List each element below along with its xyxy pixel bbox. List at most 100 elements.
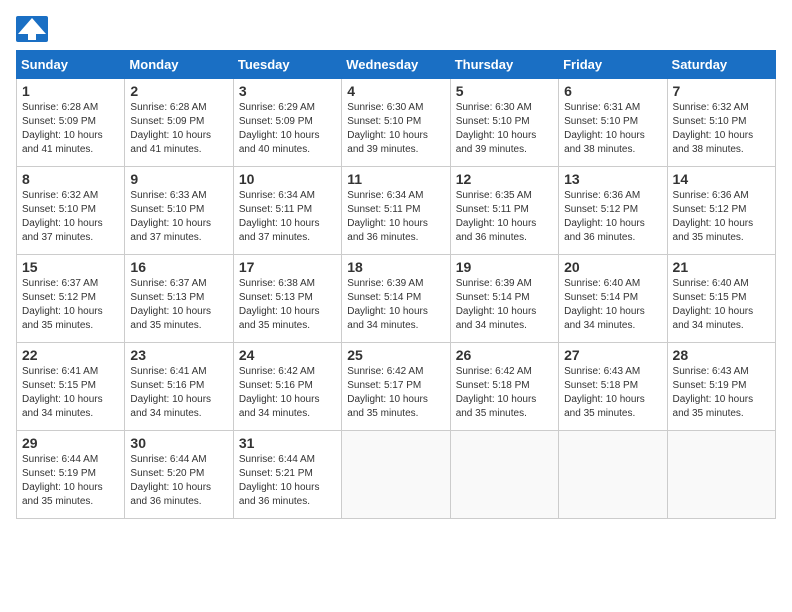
day-info: Sunrise: 6:44 AM Sunset: 5:19 PM Dayligh… [22, 453, 119, 509]
weekday-header: Wednesday [342, 51, 450, 79]
logo [16, 16, 52, 42]
day-info: Sunrise: 6:31 AM Sunset: 5:10 PM Dayligh… [564, 101, 661, 157]
weekday-header: Tuesday [233, 51, 341, 79]
day-number: 6 [564, 83, 661, 99]
calendar-cell: 8 Sunrise: 6:32 AM Sunset: 5:10 PM Dayli… [17, 167, 125, 255]
calendar-cell: 21 Sunrise: 6:40 AM Sunset: 5:15 PM Dayl… [667, 255, 775, 343]
day-info: Sunrise: 6:38 AM Sunset: 5:13 PM Dayligh… [239, 277, 336, 333]
day-info: Sunrise: 6:42 AM Sunset: 5:17 PM Dayligh… [347, 365, 444, 421]
day-info: Sunrise: 6:37 AM Sunset: 5:13 PM Dayligh… [130, 277, 227, 333]
calendar-cell: 28 Sunrise: 6:43 AM Sunset: 5:19 PM Dayl… [667, 343, 775, 431]
day-info: Sunrise: 6:42 AM Sunset: 5:16 PM Dayligh… [239, 365, 336, 421]
day-info: Sunrise: 6:39 AM Sunset: 5:14 PM Dayligh… [456, 277, 553, 333]
calendar-cell: 19 Sunrise: 6:39 AM Sunset: 5:14 PM Dayl… [450, 255, 558, 343]
day-number: 30 [130, 435, 227, 451]
day-info: Sunrise: 6:32 AM Sunset: 5:10 PM Dayligh… [673, 101, 770, 157]
day-info: Sunrise: 6:36 AM Sunset: 5:12 PM Dayligh… [564, 189, 661, 245]
weekday-header: Saturday [667, 51, 775, 79]
calendar-table: SundayMondayTuesdayWednesdayThursdayFrid… [16, 50, 776, 519]
calendar-cell: 26 Sunrise: 6:42 AM Sunset: 5:18 PM Dayl… [450, 343, 558, 431]
day-info: Sunrise: 6:35 AM Sunset: 5:11 PM Dayligh… [456, 189, 553, 245]
calendar-cell: 16 Sunrise: 6:37 AM Sunset: 5:13 PM Dayl… [125, 255, 233, 343]
day-info: Sunrise: 6:30 AM Sunset: 5:10 PM Dayligh… [456, 101, 553, 157]
day-number: 24 [239, 347, 336, 363]
calendar-cell: 4 Sunrise: 6:30 AM Sunset: 5:10 PM Dayli… [342, 79, 450, 167]
calendar-week-row: 1 Sunrise: 6:28 AM Sunset: 5:09 PM Dayli… [17, 79, 776, 167]
calendar-cell: 15 Sunrise: 6:37 AM Sunset: 5:12 PM Dayl… [17, 255, 125, 343]
day-info: Sunrise: 6:43 AM Sunset: 5:19 PM Dayligh… [673, 365, 770, 421]
day-info: Sunrise: 6:29 AM Sunset: 5:09 PM Dayligh… [239, 101, 336, 157]
calendar-week-row: 8 Sunrise: 6:32 AM Sunset: 5:10 PM Dayli… [17, 167, 776, 255]
day-number: 19 [456, 259, 553, 275]
calendar-cell [342, 431, 450, 519]
calendar-cell: 11 Sunrise: 6:34 AM Sunset: 5:11 PM Dayl… [342, 167, 450, 255]
calendar-cell: 3 Sunrise: 6:29 AM Sunset: 5:09 PM Dayli… [233, 79, 341, 167]
calendar-cell: 27 Sunrise: 6:43 AM Sunset: 5:18 PM Dayl… [559, 343, 667, 431]
calendar-cell: 17 Sunrise: 6:38 AM Sunset: 5:13 PM Dayl… [233, 255, 341, 343]
calendar-cell: 7 Sunrise: 6:32 AM Sunset: 5:10 PM Dayli… [667, 79, 775, 167]
calendar-cell: 13 Sunrise: 6:36 AM Sunset: 5:12 PM Dayl… [559, 167, 667, 255]
day-info: Sunrise: 6:42 AM Sunset: 5:18 PM Dayligh… [456, 365, 553, 421]
day-number: 1 [22, 83, 119, 99]
calendar-cell: 23 Sunrise: 6:41 AM Sunset: 5:16 PM Dayl… [125, 343, 233, 431]
calendar-cell: 9 Sunrise: 6:33 AM Sunset: 5:10 PM Dayli… [125, 167, 233, 255]
day-number: 2 [130, 83, 227, 99]
calendar-cell: 14 Sunrise: 6:36 AM Sunset: 5:12 PM Dayl… [667, 167, 775, 255]
day-number: 31 [239, 435, 336, 451]
calendar-cell: 10 Sunrise: 6:34 AM Sunset: 5:11 PM Dayl… [233, 167, 341, 255]
day-info: Sunrise: 6:41 AM Sunset: 5:16 PM Dayligh… [130, 365, 227, 421]
day-number: 9 [130, 171, 227, 187]
calendar-cell: 6 Sunrise: 6:31 AM Sunset: 5:10 PM Dayli… [559, 79, 667, 167]
calendar-cell: 29 Sunrise: 6:44 AM Sunset: 5:19 PM Dayl… [17, 431, 125, 519]
calendar-cell: 25 Sunrise: 6:42 AM Sunset: 5:17 PM Dayl… [342, 343, 450, 431]
day-number: 20 [564, 259, 661, 275]
day-number: 11 [347, 171, 444, 187]
calendar-week-row: 15 Sunrise: 6:37 AM Sunset: 5:12 PM Dayl… [17, 255, 776, 343]
day-info: Sunrise: 6:33 AM Sunset: 5:10 PM Dayligh… [130, 189, 227, 245]
day-number: 23 [130, 347, 227, 363]
calendar-cell: 12 Sunrise: 6:35 AM Sunset: 5:11 PM Dayl… [450, 167, 558, 255]
day-info: Sunrise: 6:41 AM Sunset: 5:15 PM Dayligh… [22, 365, 119, 421]
calendar-cell: 2 Sunrise: 6:28 AM Sunset: 5:09 PM Dayli… [125, 79, 233, 167]
weekday-header: Sunday [17, 51, 125, 79]
page-header [16, 16, 776, 42]
calendar-cell [559, 431, 667, 519]
weekday-header: Monday [125, 51, 233, 79]
day-number: 22 [22, 347, 119, 363]
day-info: Sunrise: 6:34 AM Sunset: 5:11 PM Dayligh… [239, 189, 336, 245]
weekday-header: Friday [559, 51, 667, 79]
calendar-cell: 30 Sunrise: 6:44 AM Sunset: 5:20 PM Dayl… [125, 431, 233, 519]
day-info: Sunrise: 6:44 AM Sunset: 5:20 PM Dayligh… [130, 453, 227, 509]
day-info: Sunrise: 6:43 AM Sunset: 5:18 PM Dayligh… [564, 365, 661, 421]
calendar-cell: 20 Sunrise: 6:40 AM Sunset: 5:14 PM Dayl… [559, 255, 667, 343]
day-number: 15 [22, 259, 119, 275]
day-number: 3 [239, 83, 336, 99]
day-info: Sunrise: 6:30 AM Sunset: 5:10 PM Dayligh… [347, 101, 444, 157]
day-number: 7 [673, 83, 770, 99]
day-number: 14 [673, 171, 770, 187]
calendar-cell: 1 Sunrise: 6:28 AM Sunset: 5:09 PM Dayli… [17, 79, 125, 167]
day-number: 29 [22, 435, 119, 451]
calendar-cell [667, 431, 775, 519]
day-info: Sunrise: 6:40 AM Sunset: 5:14 PM Dayligh… [564, 277, 661, 333]
day-info: Sunrise: 6:32 AM Sunset: 5:10 PM Dayligh… [22, 189, 119, 245]
day-number: 25 [347, 347, 444, 363]
day-number: 13 [564, 171, 661, 187]
day-info: Sunrise: 6:37 AM Sunset: 5:12 PM Dayligh… [22, 277, 119, 333]
calendar-week-row: 22 Sunrise: 6:41 AM Sunset: 5:15 PM Dayl… [17, 343, 776, 431]
weekday-header: Thursday [450, 51, 558, 79]
day-number: 8 [22, 171, 119, 187]
calendar-week-row: 29 Sunrise: 6:44 AM Sunset: 5:19 PM Dayl… [17, 431, 776, 519]
day-number: 21 [673, 259, 770, 275]
calendar-cell: 22 Sunrise: 6:41 AM Sunset: 5:15 PM Dayl… [17, 343, 125, 431]
calendar-cell: 31 Sunrise: 6:44 AM Sunset: 5:21 PM Dayl… [233, 431, 341, 519]
calendar-cell [450, 431, 558, 519]
logo-icon [16, 16, 48, 42]
day-number: 4 [347, 83, 444, 99]
day-number: 16 [130, 259, 227, 275]
day-number: 27 [564, 347, 661, 363]
day-info: Sunrise: 6:44 AM Sunset: 5:21 PM Dayligh… [239, 453, 336, 509]
day-number: 26 [456, 347, 553, 363]
day-number: 18 [347, 259, 444, 275]
day-number: 12 [456, 171, 553, 187]
